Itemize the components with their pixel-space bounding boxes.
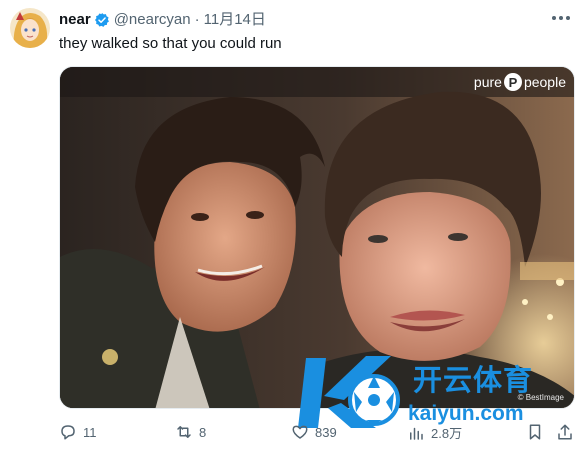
share-icon	[558, 424, 572, 440]
like-count: 839	[315, 424, 337, 440]
like-button[interactable]: 839	[291, 423, 337, 441]
reply-button[interactable]: 11	[59, 423, 97, 441]
reply-count: 11	[83, 424, 97, 440]
bookmark-icon	[529, 424, 541, 440]
share-button[interactable]	[556, 423, 574, 441]
photo-watermark-top: pure P people	[473, 73, 566, 91]
reply-icon	[61, 425, 75, 440]
bookmark-button[interactable]	[526, 423, 544, 441]
tweet-header: near @nearcyan · 11月14日	[59, 11, 266, 29]
views-chart-icon	[410, 427, 423, 440]
action-bar: 11 8 839 2.8万	[59, 423, 575, 445]
tweet: near @nearcyan · 11月14日 they walked so t…	[0, 0, 585, 450]
heart-icon	[292, 425, 308, 439]
views-button[interactable]: 2.8万	[407, 423, 462, 442]
repost-button[interactable]: 8	[175, 423, 206, 441]
more-dots-icon[interactable]	[548, 8, 574, 28]
author-name[interactable]: near	[59, 11, 91, 29]
author-handle[interactable]: @nearcyan	[114, 11, 191, 29]
separator-dot: ·	[194, 11, 200, 28]
verified-badge-icon	[94, 12, 110, 28]
kaiyun-brand-cn: 开云体育	[413, 365, 534, 397]
tweet-text: they walked so that you could run	[59, 35, 282, 52]
repost-icon	[177, 426, 191, 438]
avatar[interactable]	[10, 8, 50, 48]
pure-people-logo: P	[503, 73, 522, 91]
view-count: 2.8万	[431, 426, 463, 441]
repost-count: 8	[199, 424, 207, 440]
post-date[interactable]: 11月14日	[204, 11, 266, 29]
